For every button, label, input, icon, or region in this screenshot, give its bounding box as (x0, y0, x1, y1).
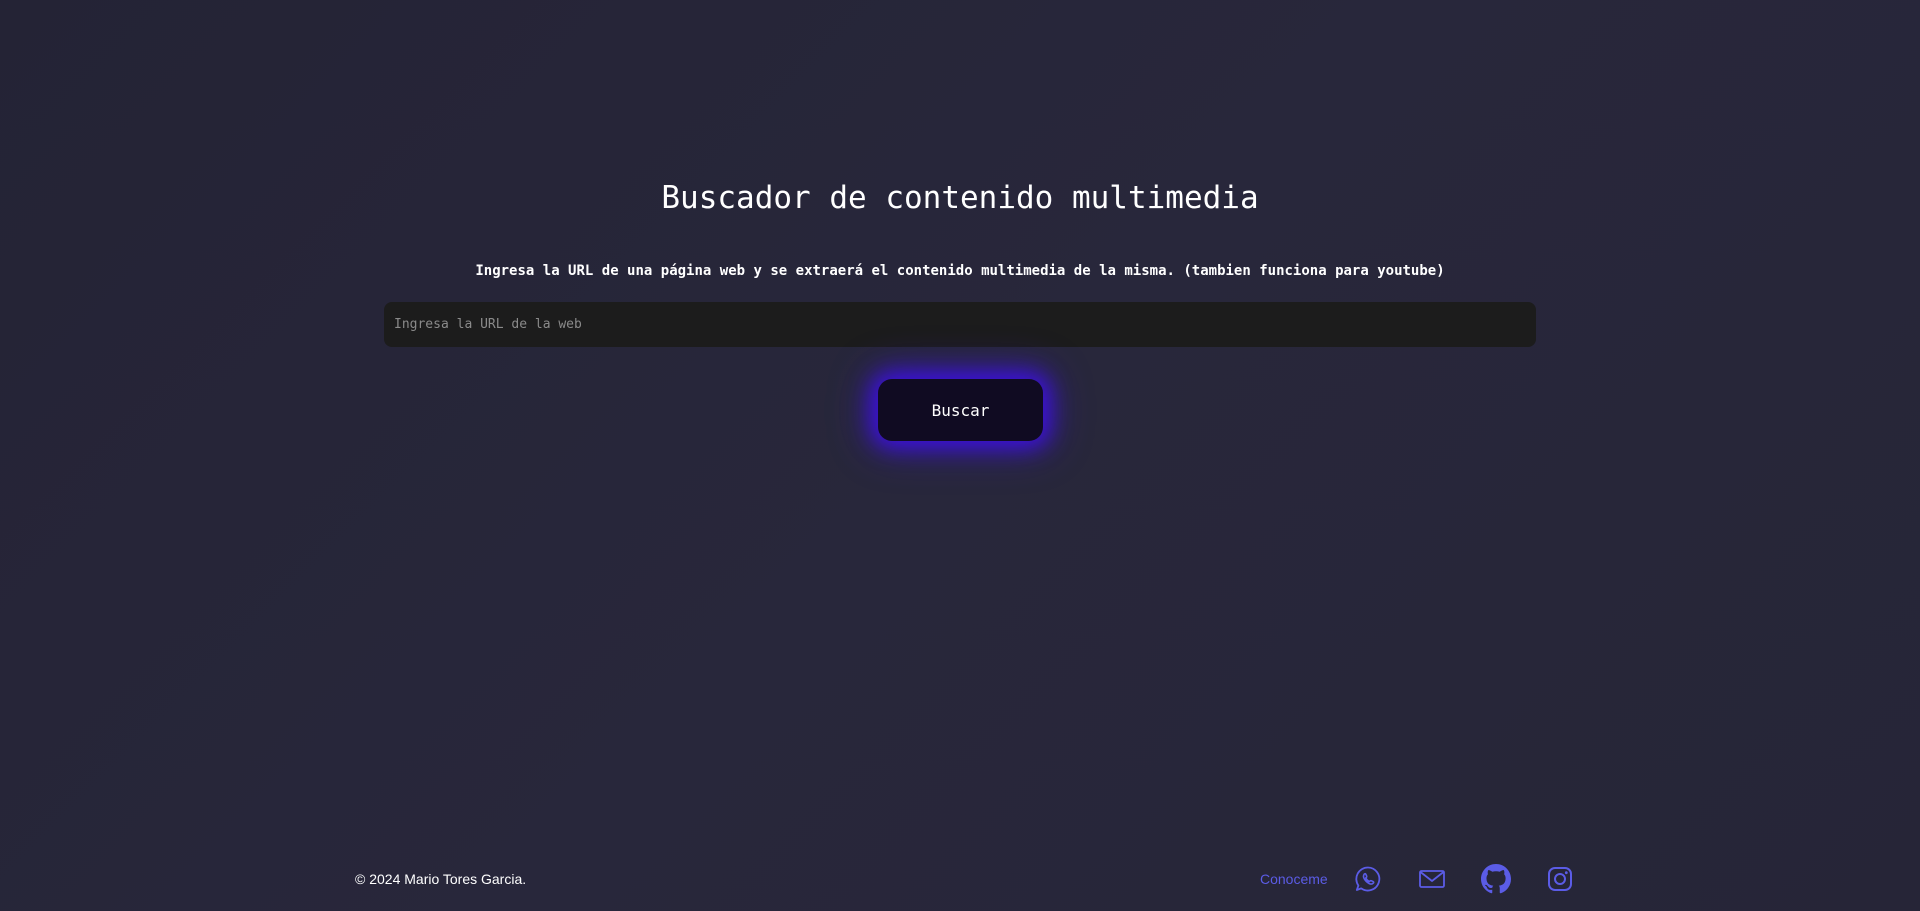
conoceme-link[interactable]: Conoceme (1260, 870, 1328, 888)
github-link[interactable] (1481, 864, 1511, 894)
mail-icon (1419, 870, 1445, 888)
page-subtitle: Ingresa la URL de una página web y se ex… (475, 263, 1445, 279)
url-input[interactable] (384, 302, 1536, 347)
github-icon (1481, 864, 1511, 894)
copyright-text: © 2024 Mario Tores Garcia. (355, 871, 527, 887)
instagram-link[interactable] (1545, 864, 1575, 894)
instagram-icon (1548, 867, 1572, 891)
whatsapp-link[interactable] (1353, 864, 1383, 894)
main-section: Buscador de contenido multimedia Ingresa… (0, 0, 1920, 500)
page-title: Buscador de contenido multimedia (661, 180, 1259, 216)
footer: © 2024 Mario Tores Garcia. Conoceme (0, 860, 1920, 898)
search-button[interactable]: Buscar (878, 379, 1043, 441)
mail-link[interactable] (1417, 864, 1447, 894)
whatsapp-icon (1355, 866, 1381, 892)
